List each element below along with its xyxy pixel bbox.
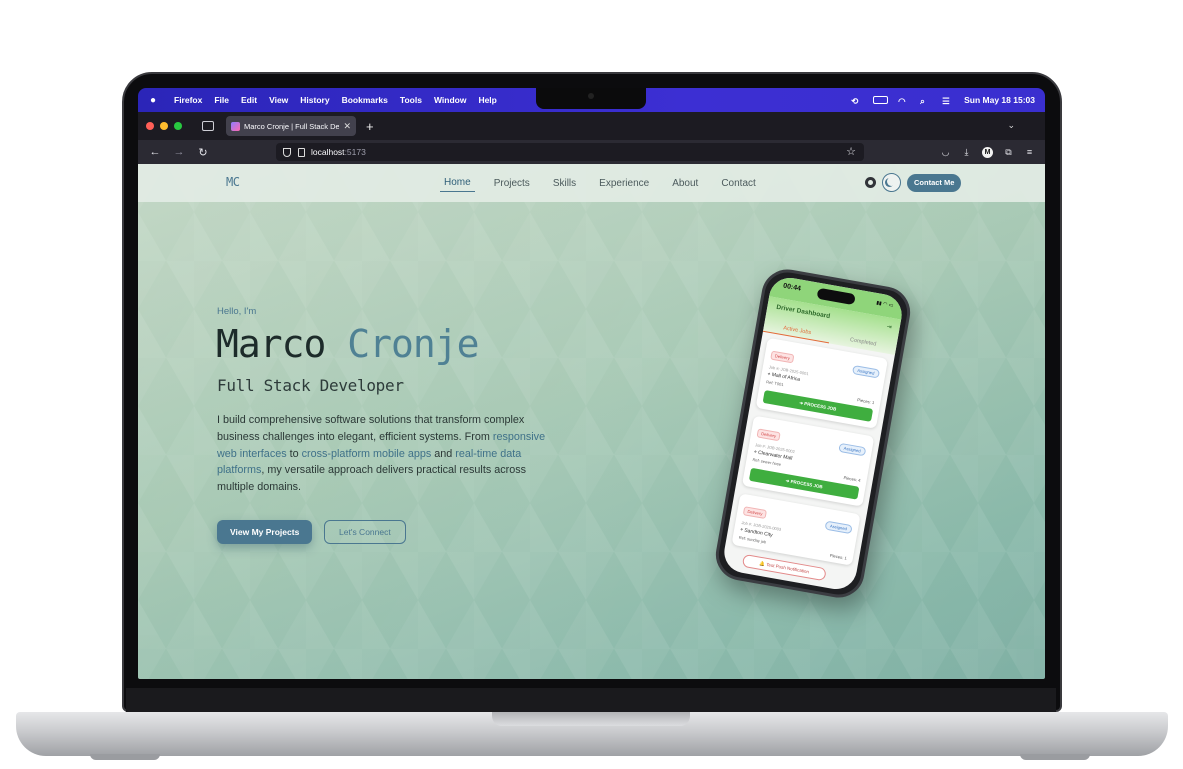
back-button[interactable]: ← (148, 146, 162, 158)
laptop-mockup: ● Firefox File Edit View History Bookmar… (0, 0, 1183, 769)
laptop-hinge (126, 688, 1056, 714)
dark-mode-toggle-moon-icon[interactable] (882, 173, 901, 192)
phone-time: 00:44 (782, 282, 802, 293)
tab-overview-icon[interactable] (202, 121, 214, 131)
test-push-label: Test Push Notification (765, 561, 810, 575)
toolbar-actions: ◡ ⤓ M ⧉ ≡ (940, 140, 1035, 164)
lets-connect-button[interactable]: Let's Connect (324, 520, 406, 544)
contact-me-button[interactable]: Contact Me (907, 173, 962, 192)
hero-role: Full Stack Developer (217, 376, 404, 395)
browser-tab-strip: Marco Cronje | Full Stack Developer ✕ + … (138, 112, 1045, 140)
nav-experience[interactable]: Experience (595, 175, 653, 192)
menu-window[interactable]: Window (434, 95, 467, 105)
nav-about[interactable]: About (668, 175, 702, 192)
job-card: Delivery Assigned Job #: JOB-2025-0002 ⌖… (741, 415, 875, 507)
mobile-apps-link[interactable]: cross-platform mobile apps (302, 448, 432, 460)
desc-text: to (286, 447, 302, 460)
url-port: :5173 (344, 147, 366, 157)
site-header: MC Home Projects Skills Experience About… (138, 164, 1045, 202)
extensions-icon[interactable]: ⧉ (1003, 147, 1014, 158)
desc-text: , my versatile approach delivers practic… (217, 464, 527, 494)
view-projects-button[interactable]: View My Projects (217, 520, 313, 544)
phone-signal-icons: ▮▮ ◠ ▭ (875, 300, 894, 309)
menu-clock[interactable]: Sun May 18 15:03 (964, 95, 1035, 105)
forward-button[interactable]: → (172, 146, 186, 158)
laptop-base-notch (492, 712, 690, 726)
hero-name: Marco Cronje (216, 322, 480, 366)
nav-home[interactable]: Home (440, 174, 475, 192)
apple-icon[interactable]: ● (150, 95, 162, 106)
tab-title: Marco Cronje | Full Stack Developer (244, 121, 340, 131)
sync-icon[interactable]: ⟲ (851, 96, 863, 106)
minimize-window-button[interactable] (160, 122, 168, 130)
job-list: Delivery Assigned Job #: JOB-2025-0001 ⌖… (723, 332, 895, 580)
search-icon[interactable]: ⌕ (920, 96, 932, 106)
menu-edit[interactable]: Edit (241, 95, 257, 105)
menu-firefox[interactable]: Firefox (174, 95, 202, 105)
hero-first-name: Marco (216, 322, 326, 366)
bookmark-star-icon[interactable]: ☆ (846, 145, 856, 158)
process-job-label: PROCESS JOB (790, 478, 824, 490)
job-type-badge: Delivery (742, 506, 768, 520)
zoom-window-button[interactable] (174, 122, 182, 130)
menu-status-area: ⟲ ◠ ⌕ ☰ Sun May 18 15:03 (851, 88, 1035, 112)
github-icon[interactable] (865, 177, 876, 188)
job-status-badge: Assigned (824, 520, 853, 535)
browser-tab-active[interactable]: Marco Cronje | Full Stack Developer ✕ (226, 116, 356, 136)
desc-text: I build comprehensive software solutions… (217, 414, 525, 443)
camera-notch (536, 88, 646, 109)
header-actions: Contact Me (865, 173, 962, 192)
favicon-icon (231, 121, 240, 131)
site-nav: Home Projects Skills Experience About Co… (440, 164, 760, 202)
nav-projects[interactable]: Projects (490, 175, 534, 192)
control-center-icon[interactable]: ☰ (942, 96, 954, 106)
new-tab-button[interactable]: + (366, 119, 374, 134)
menu-tools[interactable]: Tools (400, 95, 422, 105)
laptop-foot (90, 754, 160, 760)
nav-contact[interactable]: Contact (717, 175, 759, 192)
job-status-badge: Assigned (851, 364, 881, 379)
account-avatar[interactable]: M (982, 146, 993, 158)
menu-help[interactable]: Help (478, 95, 496, 105)
hamburger-menu-icon[interactable]: ≡ (1024, 147, 1035, 158)
reload-button[interactable]: ↻ (196, 146, 210, 159)
menu-file[interactable]: File (214, 95, 229, 105)
page-info-icon[interactable] (298, 147, 305, 157)
laptop-screen: ● Firefox File Edit View History Bookmar… (138, 88, 1045, 679)
url-bar[interactable]: localhost:5173 ☆ (276, 143, 864, 161)
wifi-icon[interactable]: ◠ (898, 96, 910, 106)
job-type-badge: Delivery (756, 428, 781, 442)
battery-icon[interactable] (873, 96, 889, 104)
menu-history[interactable]: History (300, 95, 329, 105)
job-status-badge: Assigned (837, 442, 867, 457)
menu-bookmarks[interactable]: Bookmarks (342, 95, 388, 105)
window-controls (146, 122, 182, 130)
macos-menu-bar: ● Firefox File Edit View History Bookmar… (138, 88, 1045, 112)
logout-icon: ⇥ (886, 324, 893, 331)
website-viewport: MC Home Projects Skills Experience About… (138, 164, 1045, 679)
job-card: Delivery Assigned Job #: JOB-2025-0001 ⌖… (755, 337, 889, 429)
menu-view[interactable]: View (269, 95, 288, 105)
downloads-icon[interactable]: ⤓ (961, 147, 972, 158)
tracking-shield-icon[interactable] (283, 147, 291, 157)
browser-toolbar: ← → ↻ localhost:5173 ☆ ◡ ⤓ M ⧉ ≡ (138, 140, 1045, 164)
hero-greeting: Hello, I'm (217, 306, 257, 317)
hero-last-name: Cronje (347, 322, 479, 366)
app-title: Driver Dashboard (775, 303, 831, 321)
job-type-badge: Delivery (770, 350, 795, 364)
laptop-foot (1020, 754, 1090, 760)
close-tab-icon[interactable]: ✕ (343, 121, 351, 132)
site-logo[interactable]: MC (226, 175, 240, 189)
nav-skills[interactable]: Skills (549, 175, 580, 192)
dynamic-island (816, 287, 856, 306)
pocket-icon[interactable]: ◡ (940, 147, 951, 158)
close-window-button[interactable] (146, 122, 154, 130)
list-tabs-chevron-icon[interactable]: ⌄ (1007, 120, 1015, 131)
process-job-label: PROCESS JOB (803, 401, 837, 412)
url-text[interactable]: localhost:5173 (311, 147, 366, 157)
hero-description: I build comprehensive software solutions… (217, 412, 565, 496)
desc-text: and (431, 447, 456, 460)
url-host: localhost (311, 147, 345, 157)
